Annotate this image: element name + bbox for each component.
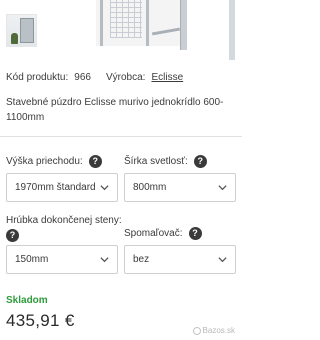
width-option-label: Šírka svetlosť: ? [124,155,207,168]
divider [0,136,242,137]
product-description: Stavebné púzdro Eclisse murivo jednokríd… [6,97,224,123]
image-post-right [229,0,235,60]
product-code-row: Kód produktu: 966 [6,72,91,83]
bazos-logo-icon [192,326,201,335]
brake-select-value: bez [133,254,150,265]
height-option-label: Výška priechodu: ? [6,155,102,168]
image-mesh-panel [110,0,142,38]
product-code-value: 966 [74,72,91,83]
brake-label-text: Spomaľovač: [124,228,183,239]
image-rail-left [100,0,103,46]
product-code-label: Kód produktu: [6,72,69,83]
width-label-text: Šírka svetlosť: [124,156,188,167]
wall-label-text: Hrúbka dokončenej steny: [6,215,122,226]
wall-select-value: 150mm [15,254,49,265]
question-circle-icon[interactable]: ? [193,155,207,168]
watermark: Bazos.sk [192,326,235,335]
wall-select[interactable]: 150mm [6,245,118,274]
product-main-image[interactable] [96,0,182,46]
stock-status: Skladom [6,295,48,306]
manufacturer-label: Výrobca: [106,72,146,83]
brake-select[interactable]: bez [124,245,236,274]
image-rail-mid [146,0,149,46]
product-price: 435,91 € [6,311,75,330]
chevron-down-icon [100,257,109,263]
brake-option-label: Spomaľovač: ? [124,227,202,240]
chevron-down-icon [218,185,227,191]
product-image-area [0,0,242,62]
product-thumbnail[interactable] [6,14,37,47]
watermark-text: Bazos.sk [202,326,235,335]
chevron-down-icon [100,185,109,191]
height-select[interactable]: 1970mm štandard [6,173,118,202]
height-select-value: 1970mm štandard [15,182,96,193]
thumbnail-door [20,18,34,43]
question-circle-icon[interactable]: ? [188,227,202,240]
height-label-text: Výška priechodu: [6,156,83,167]
image-crossbar [151,27,181,36]
question-circle-icon[interactable]: ? [6,229,19,242]
manufacturer-link[interactable]: Eclisse [151,72,183,83]
thumbnail-plant [11,33,18,44]
question-circle-icon[interactable]: ? [88,155,102,168]
width-select-value: 800mm [133,182,167,193]
image-post [180,0,187,50]
chevron-down-icon [218,257,227,263]
width-select[interactable]: 800mm [124,173,236,202]
manufacturer-row: Výrobca: Eclisse [106,72,183,83]
wall-option-label: Hrúbka dokončenej steny: [6,215,122,226]
